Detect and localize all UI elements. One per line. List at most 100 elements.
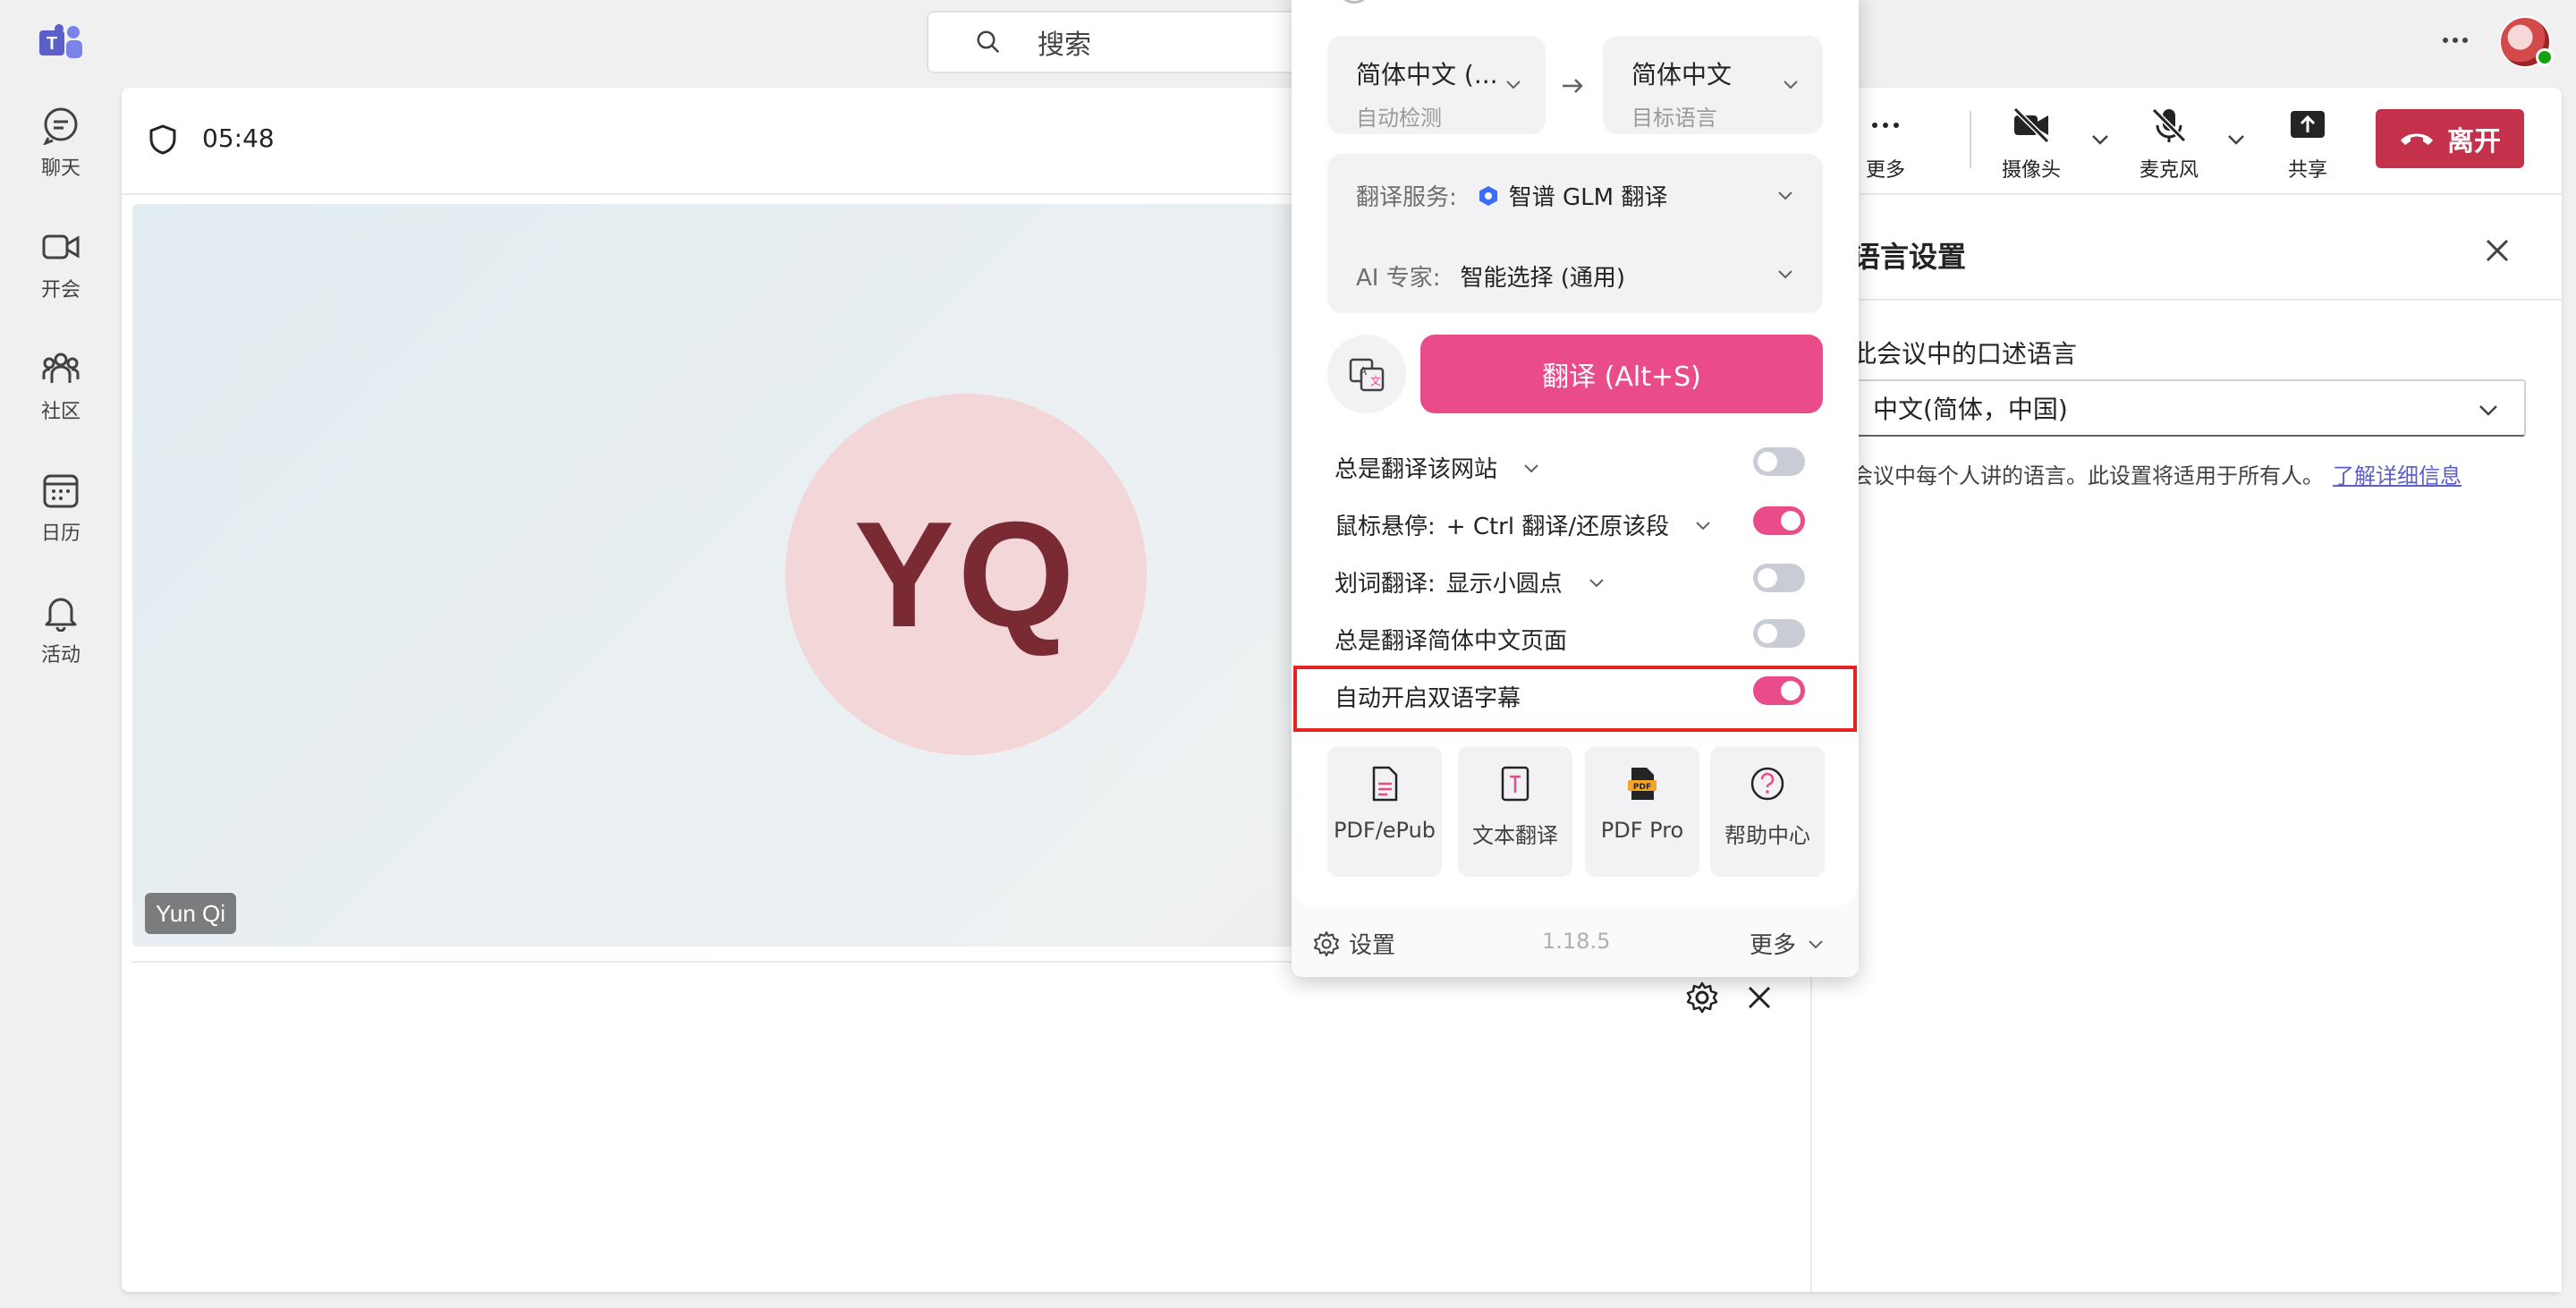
option-selection-translate[interactable]: 划词翻译: 显示小圆点 <box>1335 565 1607 599</box>
tool-label: 帮助中心 <box>1724 823 1810 848</box>
more-label: 更多 <box>1750 932 1797 959</box>
translation-service-row[interactable]: 翻译服务: 智谱 GLM 翻译 <box>1356 179 1667 212</box>
leave-label: 离开 <box>2447 126 2501 157</box>
spoken-language-label: 此会议中的口述语言 <box>1852 339 2078 369</box>
popup-more-button[interactable]: 更多 <box>1750 927 1826 960</box>
source-language-sub: 自动检测 <box>1356 106 1442 131</box>
pdf-file-icon <box>1372 766 1398 802</box>
teams-logo-icon: T <box>38 23 84 63</box>
camera-off-icon <box>2012 106 2050 144</box>
tool-pdf-pro[interactable]: PDF PDF Pro <box>1585 746 1699 877</box>
highlight-annotation <box>1293 666 1857 732</box>
arrow-right-icon <box>1563 79 1583 93</box>
service-value: 智谱 GLM 翻译 <box>1508 184 1668 211</box>
more-horizontal-icon <box>1872 123 1899 128</box>
selected-language: 中文(简体，中国) <box>1873 395 2068 424</box>
chevron-down-icon[interactable] <box>1775 263 1796 285</box>
option-hover-translate[interactable]: 鼠标悬停: + Ctrl 翻译/还原该段 <box>1335 508 1714 541</box>
tool-pdf-epub[interactable]: PDF/ePub <box>1327 746 1442 877</box>
gear-icon <box>1314 930 1339 956</box>
option-value: + Ctrl 翻译/还原该段 <box>1445 514 1670 540</box>
video-camera-icon <box>42 234 80 259</box>
search-icon <box>977 30 1000 54</box>
option-always-translate-zh[interactable]: 总是翻译简体中文页面 <box>1335 623 1567 656</box>
microphone-options-chevron-icon[interactable] <box>2224 127 2249 152</box>
svg-text:PDF: PDF <box>1633 783 1651 792</box>
translate-button[interactable]: 翻译 (Alt+S) <box>1420 335 1823 413</box>
share-button[interactable]: 共享 <box>2288 106 2327 186</box>
microphone-off-icon <box>2151 107 2187 143</box>
chevron-down-icon <box>2479 405 2497 416</box>
bell-icon <box>45 598 77 632</box>
leave-button[interactable]: 离开 <box>2376 109 2524 168</box>
sidebar-item-calendar[interactable]: 日历 <box>16 471 106 560</box>
toggle-always-translate-zh[interactable] <box>1753 619 1805 648</box>
microphone-button[interactable]: 麦克风 <box>2140 106 2199 186</box>
close-icon[interactable] <box>1744 982 1775 1013</box>
option-label: 总是翻译简体中文页面 <box>1335 628 1568 655</box>
option-value: 显示小圆点 <box>1445 571 1563 598</box>
tool-help-center[interactable]: 帮助中心 <box>1710 746 1825 877</box>
help-icon <box>1750 767 1784 801</box>
expert-value: 智能选择 (通用) <box>1460 265 1626 292</box>
option-label: 鼠标悬停: <box>1335 514 1436 540</box>
svg-text:T: T <box>47 34 57 54</box>
tool-label: PDF Pro <box>1600 818 1684 843</box>
chevron-down-icon <box>1696 521 1710 530</box>
community-icon <box>42 352 80 383</box>
caption-panel <box>132 961 1805 1283</box>
sidebar-item-label: 日历 <box>40 522 80 545</box>
translate-mode-button[interactable]: A文 <box>1327 335 1406 413</box>
pane-divider <box>1810 299 2562 301</box>
service-label: 翻译服务: <box>1356 184 1457 211</box>
camera-options-chevron-icon[interactable] <box>2088 127 2113 152</box>
chevron-down-icon[interactable] <box>1775 184 1796 206</box>
pdf-pro-icon: PDF <box>1628 768 1657 800</box>
shield-icon[interactable] <box>147 123 179 156</box>
calendar-icon <box>43 474 79 508</box>
toggle-selection-translate[interactable] <box>1753 564 1805 592</box>
sidebar-item-community[interactable]: 社区 <box>16 349 106 438</box>
toolbar-divider <box>1970 111 1971 168</box>
source-language-select[interactable]: 简体中文 (... 自动检测 <box>1327 36 1546 134</box>
settings-label: 设置 <box>1349 932 1396 959</box>
pane-title: 语言设置 <box>1852 240 1967 274</box>
text-file-icon <box>1501 766 1530 802</box>
ai-expert-row[interactable]: AI 专家: 智能选择 (通用) <box>1356 259 1625 293</box>
option-label: 划词翻译: <box>1335 571 1436 598</box>
tool-label: PDF/ePub <box>1333 818 1436 843</box>
participant-name-tag: Yun Qi <box>145 893 237 934</box>
search-placeholder: 搜索 <box>1038 30 1091 61</box>
translate-icon: A文 <box>1349 358 1385 392</box>
chevron-down-icon <box>1524 463 1538 472</box>
chevron-down-icon <box>1589 578 1604 587</box>
spoken-language-description: 会议中每个人讲的语言。此设置将适用于所有人。 了解详细信息 <box>1852 458 2462 489</box>
target-language-select[interactable]: 简体中文 目标语言 <box>1603 36 1823 134</box>
learn-more-link[interactable]: 了解详细信息 <box>2333 463 2462 488</box>
tool-text-translate[interactable]: 文本翻译 <box>1458 746 1572 877</box>
expert-label: AI 专家: <box>1356 265 1441 292</box>
more-horizontal-icon[interactable] <box>2433 18 2478 63</box>
glm-logo-icon <box>1479 185 1497 206</box>
close-icon[interactable] <box>2481 234 2513 267</box>
toggle-always-translate-site[interactable] <box>1753 447 1805 476</box>
more-button[interactable]: 更多 <box>1866 106 1905 186</box>
toggle-hover-translate[interactable] <box>1753 506 1805 535</box>
chat-icon <box>43 107 78 145</box>
tool-label: 文本翻译 <box>1472 823 1558 848</box>
sidebar-item-chat[interactable]: 聊天 <box>16 106 106 195</box>
sidebar-item-meet[interactable]: 开会 <box>16 227 106 317</box>
sidebar-item-activity[interactable]: 活动 <box>16 592 106 682</box>
meeting-timer: 05:48 <box>202 123 275 153</box>
share-label: 共享 <box>2288 159 2328 182</box>
target-language-sub: 目标语言 <box>1631 106 1717 131</box>
popup-settings-button[interactable]: 设置 <box>1313 927 1395 960</box>
presence-available-badge <box>2536 48 2554 66</box>
option-always-translate-site[interactable]: 总是翻译该网站 <box>1335 451 1542 484</box>
gear-icon[interactable] <box>1685 981 1719 1015</box>
spoken-language-select[interactable]: 中文(简体，中国) <box>1852 379 2526 437</box>
svg-text:文: 文 <box>1370 374 1381 387</box>
more-label: 更多 <box>1866 159 1906 182</box>
microphone-label: 麦克风 <box>2140 159 2199 182</box>
camera-button[interactable]: 摄像头 <box>2002 106 2061 186</box>
